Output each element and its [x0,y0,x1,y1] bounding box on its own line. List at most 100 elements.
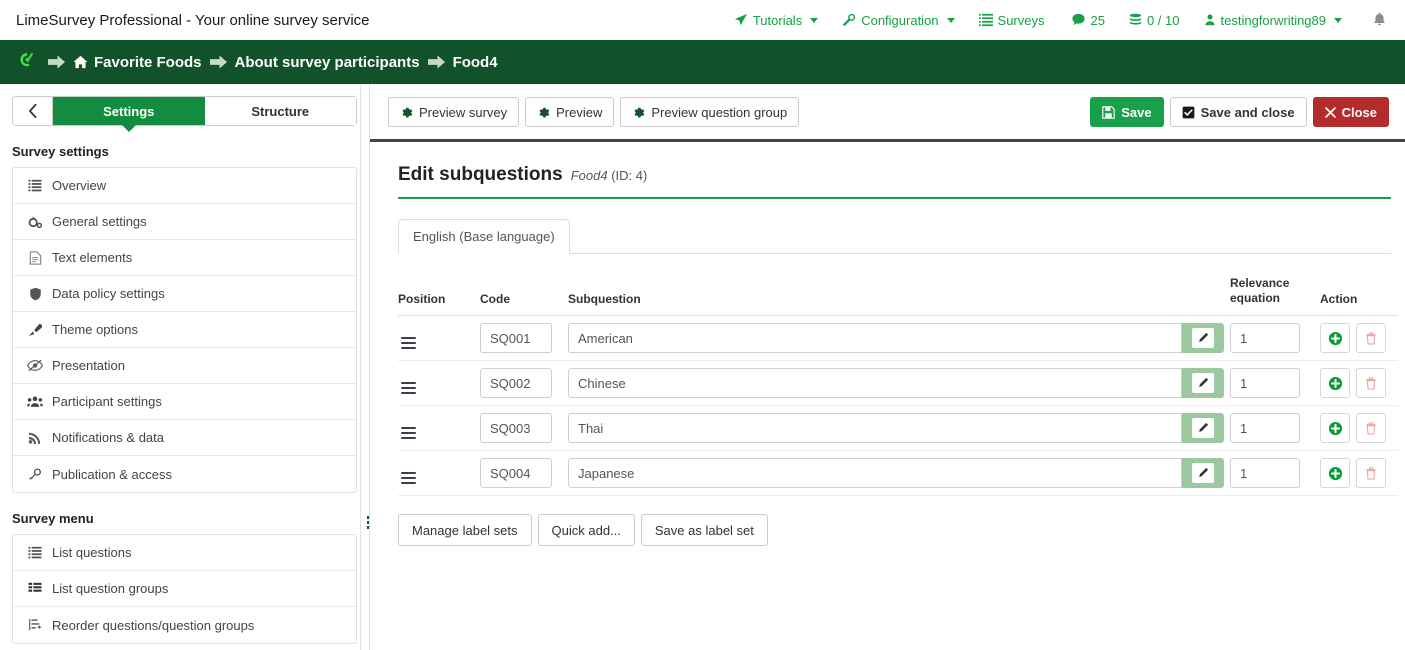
tab-english-base-language[interactable]: English (Base language) [398,219,570,254]
sidebar-item-list-question-groups[interactable]: List question groups [13,571,356,607]
relevance-equation-input[interactable] [1230,368,1300,398]
preview-button[interactable]: Preview [525,97,615,127]
sidebar-item-text-elements[interactable]: Text elements [13,240,356,276]
edit-subquestion-button[interactable] [1182,323,1224,353]
nav-tutorials[interactable]: Tutorials [722,13,830,28]
delete-subquestion-button[interactable] [1356,413,1386,443]
drag-handle-icon[interactable] [398,337,416,349]
sidebar-item-theme-options[interactable]: Theme options [13,312,356,348]
sidebar-heading-survey-menu: Survey menu [12,511,94,526]
nav-comments-count[interactable]: 25 [1059,13,1117,28]
add-subquestion-button[interactable] [1320,458,1350,488]
tab-settings-label: Settings [103,103,155,119]
table-header-row: Position Code Subquestion Relevance equa… [398,276,1398,316]
notifications-button[interactable] [1354,11,1391,30]
sidebar-item-publication-access[interactable]: Publication & access [13,456,356,492]
plus-circle-icon [1328,421,1343,436]
cell-subquestion [568,360,1230,406]
code-input[interactable] [480,458,552,488]
nav-surveys-label: Surveys [997,12,1045,28]
edit-subquestion-button[interactable] [1182,458,1224,488]
sidebar-item-data-policy-settings[interactable]: Data policy settings [13,276,356,312]
page-subtitle-question-id: (ID: 4) [611,168,648,183]
relevance-equation-input[interactable] [1230,458,1300,488]
preview-survey-button[interactable]: Preview survey [388,97,520,127]
label-set-buttons: Manage label sets Quick add... Save as l… [398,514,1391,546]
sidebar-item-notifications-data[interactable]: Notifications & data [13,420,356,456]
nav-surveys[interactable]: Surveys [967,13,1047,28]
save-as-label-set-button[interactable]: Save as label set [640,514,768,546]
sidebar-item-general-settings[interactable]: General settings [13,204,356,240]
code-input[interactable] [480,323,552,353]
tab-settings[interactable]: Settings [53,97,205,132]
close-button[interactable]: Close [1312,97,1389,127]
subquestion-input[interactable] [568,323,1182,353]
sidebar-collapse-button[interactable] [13,97,53,125]
nav-username-label: testingforwriting89 [1220,12,1327,28]
subquestion-input[interactable] [568,368,1182,398]
save-button[interactable]: Save [1090,97,1164,127]
eye-slash-icon [27,359,43,372]
quick-add-button[interactable]: Quick add... [537,514,635,546]
save-and-close-button[interactable]: Save and close [1169,97,1307,127]
nav-configuration[interactable]: Configuration [830,13,966,28]
nav-storage-quota[interactable]: 0 / 10 [1117,13,1192,28]
main-toolbar-right: Save Save and close Close [1090,97,1389,127]
drag-handle-icon[interactable] [398,472,416,484]
breadcrumb-item-group[interactable]: About survey participants [235,54,420,71]
breadcrumb: Favorite Foods About survey participants… [0,40,1405,84]
relevance-equation-input[interactable] [1230,323,1300,353]
sidebar-list-survey-menu: List questions List question groups Reor… [12,534,357,644]
vertical-dots-drag-icon[interactable] [363,516,369,529]
page-title: Edit subquestions Food4 (ID: 4) [398,164,1391,199]
language-tabs: English (Base language) [398,219,1391,254]
close-label: Close [1341,104,1377,120]
drag-handle-icon[interactable] [398,427,416,439]
main-panel: Preview survey Preview Preview question … [370,84,1405,650]
paintbrush-icon [27,323,43,337]
sidebar-item-list-questions[interactable]: List questions [13,535,356,571]
subquestion-input[interactable] [568,458,1182,488]
tab-structure[interactable]: Structure [204,97,356,125]
cell-position [398,405,480,451]
add-subquestion-button[interactable] [1320,413,1350,443]
header-relevance-line1: Relevance [1230,276,1290,290]
app-brand-title: LimeSurvey Professional - Your online su… [16,11,370,29]
sidebar-item-presentation[interactable]: Presentation [13,348,356,384]
delete-subquestion-button[interactable] [1356,458,1386,488]
nav-user-menu[interactable]: testingforwriting89 [1192,13,1355,28]
main-toolbar: Preview survey Preview Preview question … [370,84,1405,142]
cell-relevance [1230,360,1320,406]
sidebar-item-overview[interactable]: Overview [13,168,356,204]
wrench-icon [842,13,856,27]
preview-label: Preview [556,104,603,120]
user-icon [1204,13,1216,27]
cell-position [398,360,480,406]
sidebar-item-notifications-label: Notifications & data [52,430,165,445]
header-relevance-line2: equation [1230,291,1280,305]
relevance-equation-input[interactable] [1230,413,1300,443]
breadcrumb-item-survey[interactable]: Favorite Foods [73,54,202,71]
drag-handle-icon[interactable] [398,382,416,394]
limesurvey-logo-icon[interactable] [16,50,38,74]
cell-action [1320,315,1398,361]
sidebar-item-reorder-questions[interactable]: Reorder questions/question groups [13,607,356,643]
manage-label-sets-button[interactable]: Manage label sets [398,514,532,546]
delete-subquestion-button[interactable] [1356,323,1386,353]
pencil-icon [1192,328,1214,348]
sidebar-list-survey-settings: Overview General settings Text elements … [12,167,357,493]
code-input[interactable] [480,368,552,398]
subquestions-table-body [398,315,1398,496]
add-subquestion-button[interactable] [1320,368,1350,398]
subquestion-input[interactable] [568,413,1182,443]
chevron-down-icon [1334,17,1342,23]
edit-subquestion-button[interactable] [1182,368,1224,398]
delete-subquestion-button[interactable] [1356,368,1386,398]
preview-question-group-button[interactable]: Preview question group [620,97,800,127]
edit-subquestion-button[interactable] [1182,413,1224,443]
cell-code [480,405,568,451]
add-subquestion-button[interactable] [1320,323,1350,353]
code-input[interactable] [480,413,552,443]
sidebar-item-participant-settings[interactable]: Participant settings [13,384,356,420]
key-icon [27,467,43,481]
